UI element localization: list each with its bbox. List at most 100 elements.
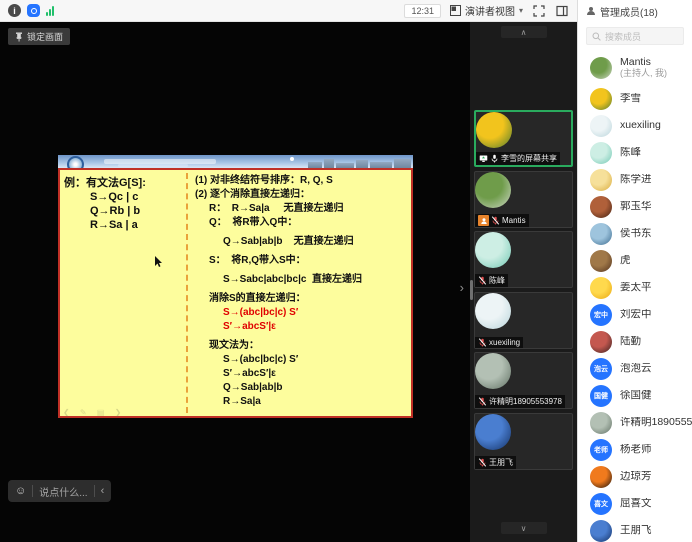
avatar — [590, 520, 612, 542]
filmstrip-scrollbar[interactable] — [470, 280, 473, 300]
video-thumbnail[interactable]: 李雪的屏幕共享 — [474, 110, 573, 167]
video-thumbnail[interactable]: 许精明18905553978 — [474, 352, 573, 409]
video-thumbnail[interactable]: Mantis — [474, 171, 573, 228]
member-role-label: (主持人, 我) — [620, 68, 667, 79]
mouse-cursor-icon — [154, 256, 163, 268]
member-name: 屈喜文 — [620, 498, 652, 509]
grammar-production: R→Sa | a — [64, 218, 186, 232]
mic-icon — [490, 154, 499, 163]
video-filmstrip: ∧ 李雪的屏幕共享 Mantis 陈峰 xuexiling 许精明18905553978… — [470, 22, 577, 542]
member-name: 王朋飞 — [620, 525, 652, 536]
view-layout-icon — [450, 5, 461, 16]
member-row[interactable]: 许精明18905553978 — [578, 409, 692, 436]
avatar — [475, 232, 511, 268]
chevron-down-icon: ▾ — [519, 6, 523, 15]
member-row[interactable]: 泡云泡泡云 — [578, 355, 692, 382]
participant-name: 李雪的屏幕共享 — [501, 153, 557, 164]
member-row[interactable]: 陈峰 — [578, 139, 692, 166]
avatar — [590, 277, 612, 299]
participant-name: 王朋飞 — [489, 457, 513, 468]
member-name: Mantis — [620, 57, 667, 68]
pin-icon — [15, 32, 23, 42]
meeting-security-icon[interactable] — [27, 4, 40, 17]
member-name: 许精明18905553978 — [620, 417, 692, 428]
member-row[interactable]: Mantis(主持人, 我) — [578, 50, 692, 85]
slide-header-image — [58, 155, 413, 168]
member-search-input[interactable]: 搜索成员 — [586, 27, 684, 45]
participant-name: xuexiling — [489, 338, 520, 347]
presentation-slide: 例：有文法G[S]: S→Qc | cQ→Rb | bR→Sa | a (1) … — [58, 155, 413, 418]
network-signal-icon[interactable] — [46, 6, 54, 16]
avatar: 老师 — [590, 439, 612, 461]
avatar: 喜文 — [590, 493, 612, 515]
member-row[interactable]: 李雪 — [578, 85, 692, 112]
mic-muted-icon — [478, 397, 487, 406]
avatar: 国健 — [590, 385, 612, 407]
person-icon — [586, 6, 596, 16]
thumbnail-label: 王朋飞 — [475, 456, 516, 469]
member-name: 陆勤 — [620, 336, 641, 347]
member-row[interactable]: 姜太平 — [578, 274, 692, 301]
top-toolbar: i 12:31 演讲者视图 ▾ — [0, 0, 577, 22]
member-row[interactable]: 郭玉华 — [578, 193, 692, 220]
video-thumbnail[interactable]: 陈峰 — [474, 231, 573, 288]
derivation-step: S′→abcS′|ε — [195, 367, 411, 381]
avatar — [475, 172, 511, 208]
derivation-step: S→(abc|bc|c) S′ — [195, 306, 411, 320]
member-name: 李雪 — [620, 93, 641, 104]
avatar — [590, 169, 612, 191]
mic-muted-icon — [491, 216, 500, 225]
avatar — [590, 142, 612, 164]
emoji-icon[interactable]: ☺ — [15, 485, 26, 497]
filmstrip-scroll-down[interactable]: ∨ — [501, 522, 547, 534]
member-name: 郭玉华 — [620, 201, 652, 212]
meeting-info-icon[interactable]: i — [8, 4, 21, 17]
side-panel-toggle-icon[interactable] — [555, 4, 569, 18]
member-name: 虎 — [620, 255, 631, 266]
video-thumbnail[interactable]: 王朋飞 — [474, 413, 573, 470]
derivation-step: S→Sabc|abc|bc|c 直接左递归 — [195, 273, 411, 287]
video-thumbnail[interactable]: xuexiling — [474, 292, 573, 349]
speaker-view-button[interactable]: 演讲者视图 ▾ — [450, 3, 523, 18]
member-row[interactable]: 侯书东 — [578, 220, 692, 247]
toolbar-right-group: 12:31 演讲者视图 ▾ — [404, 3, 577, 18]
derivation-step: (2) 逐个消除直接左递归： — [195, 188, 411, 202]
avatar — [590, 412, 612, 434]
member-row[interactable]: 喜文屈喜文 — [578, 490, 692, 517]
avatar — [590, 466, 612, 488]
lock-view-button[interactable]: 锁定画面 — [8, 28, 70, 45]
member-name: xuexiling — [620, 120, 661, 131]
thumbnail-label: 陈峰 — [475, 274, 508, 287]
member-row[interactable]: xuexiling — [578, 112, 692, 139]
member-row[interactable]: 老师杨老师 — [578, 436, 692, 463]
member-row[interactable]: 宏中刘宏中 — [578, 301, 692, 328]
member-row[interactable]: 王朋飞 — [578, 517, 692, 542]
avatar — [475, 353, 511, 389]
fullscreen-icon[interactable] — [532, 4, 546, 18]
expand-panel-arrow[interactable]: › — [460, 280, 464, 295]
member-panel: 管理成员(18) 搜索成员 Mantis(主持人, 我)李雪xuexiling陈… — [577, 0, 692, 542]
member-name: 姜太平 — [620, 282, 652, 293]
member-name: 边琼芳 — [620, 471, 652, 482]
participant-name: 陈峰 — [489, 275, 505, 286]
filmstrip-scroll-up[interactable]: ∧ — [501, 26, 547, 38]
derivation-step: S′→abcS′|ε — [195, 320, 411, 334]
member-row[interactable]: 陈学进 — [578, 166, 692, 193]
member-name: 杨老师 — [620, 444, 652, 455]
member-row[interactable]: 国健徐国健 — [578, 382, 692, 409]
derivation-step: R→Sa|a — [195, 395, 411, 409]
chat-input-placeholder[interactable]: 说点什么... — [39, 484, 87, 499]
presenter-toolbar-icons[interactable]: ❮ ✎ ▤ ❯ — [63, 408, 125, 417]
member-row[interactable]: 边琼芳 — [578, 463, 692, 490]
member-name: 陈峰 — [620, 147, 641, 158]
member-row[interactable]: 陆勤 — [578, 328, 692, 355]
collapse-chat-icon[interactable]: ‹ — [101, 485, 105, 497]
host-icon — [480, 217, 488, 225]
university-logo-icon — [67, 156, 84, 168]
host-badge — [478, 215, 489, 226]
grammar-production: S→Qc | c — [64, 190, 186, 204]
lock-view-label: 锁定画面 — [27, 30, 63, 43]
member-row[interactable]: 虎 — [578, 247, 692, 274]
member-name: 陈学进 — [620, 174, 652, 185]
avatar — [475, 414, 511, 450]
